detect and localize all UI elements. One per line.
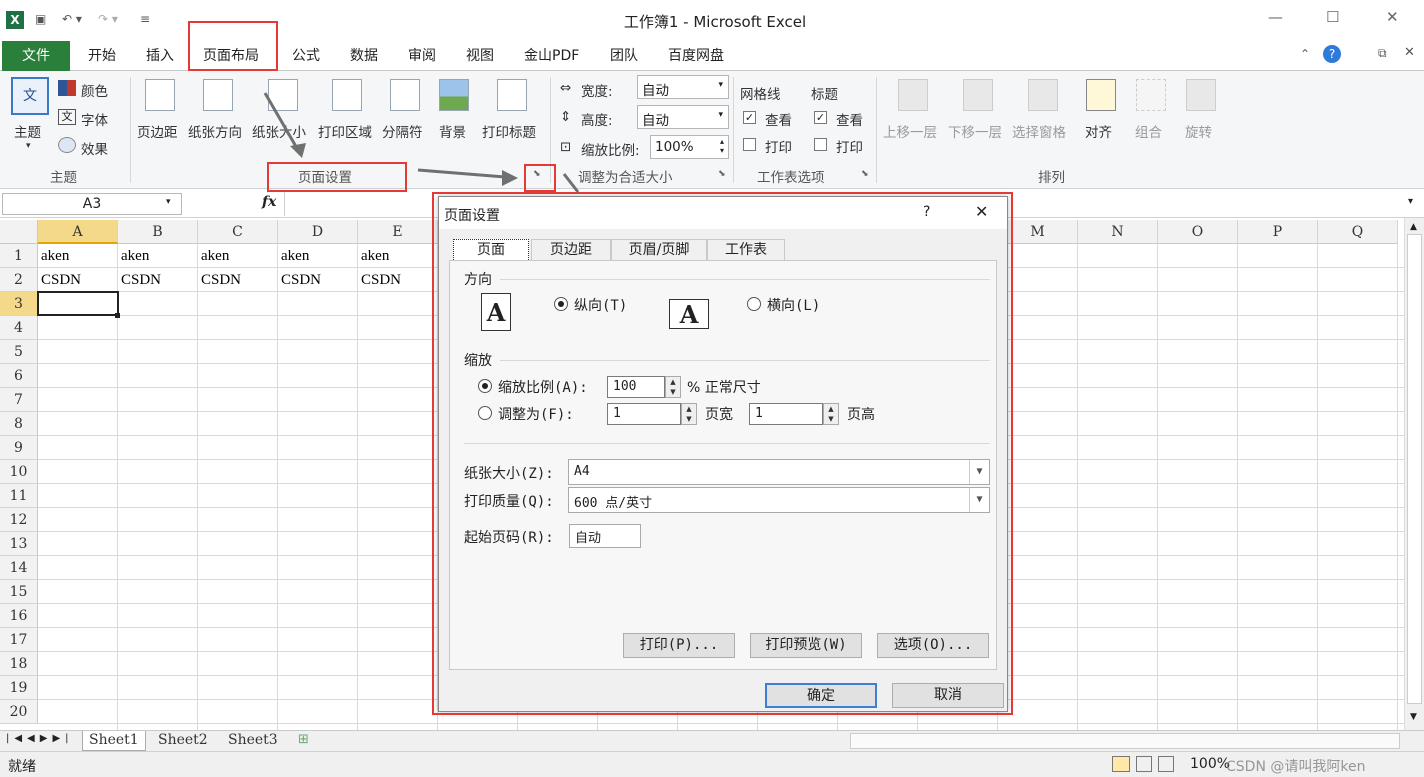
- annotation-arrows: [263, 92, 580, 193]
